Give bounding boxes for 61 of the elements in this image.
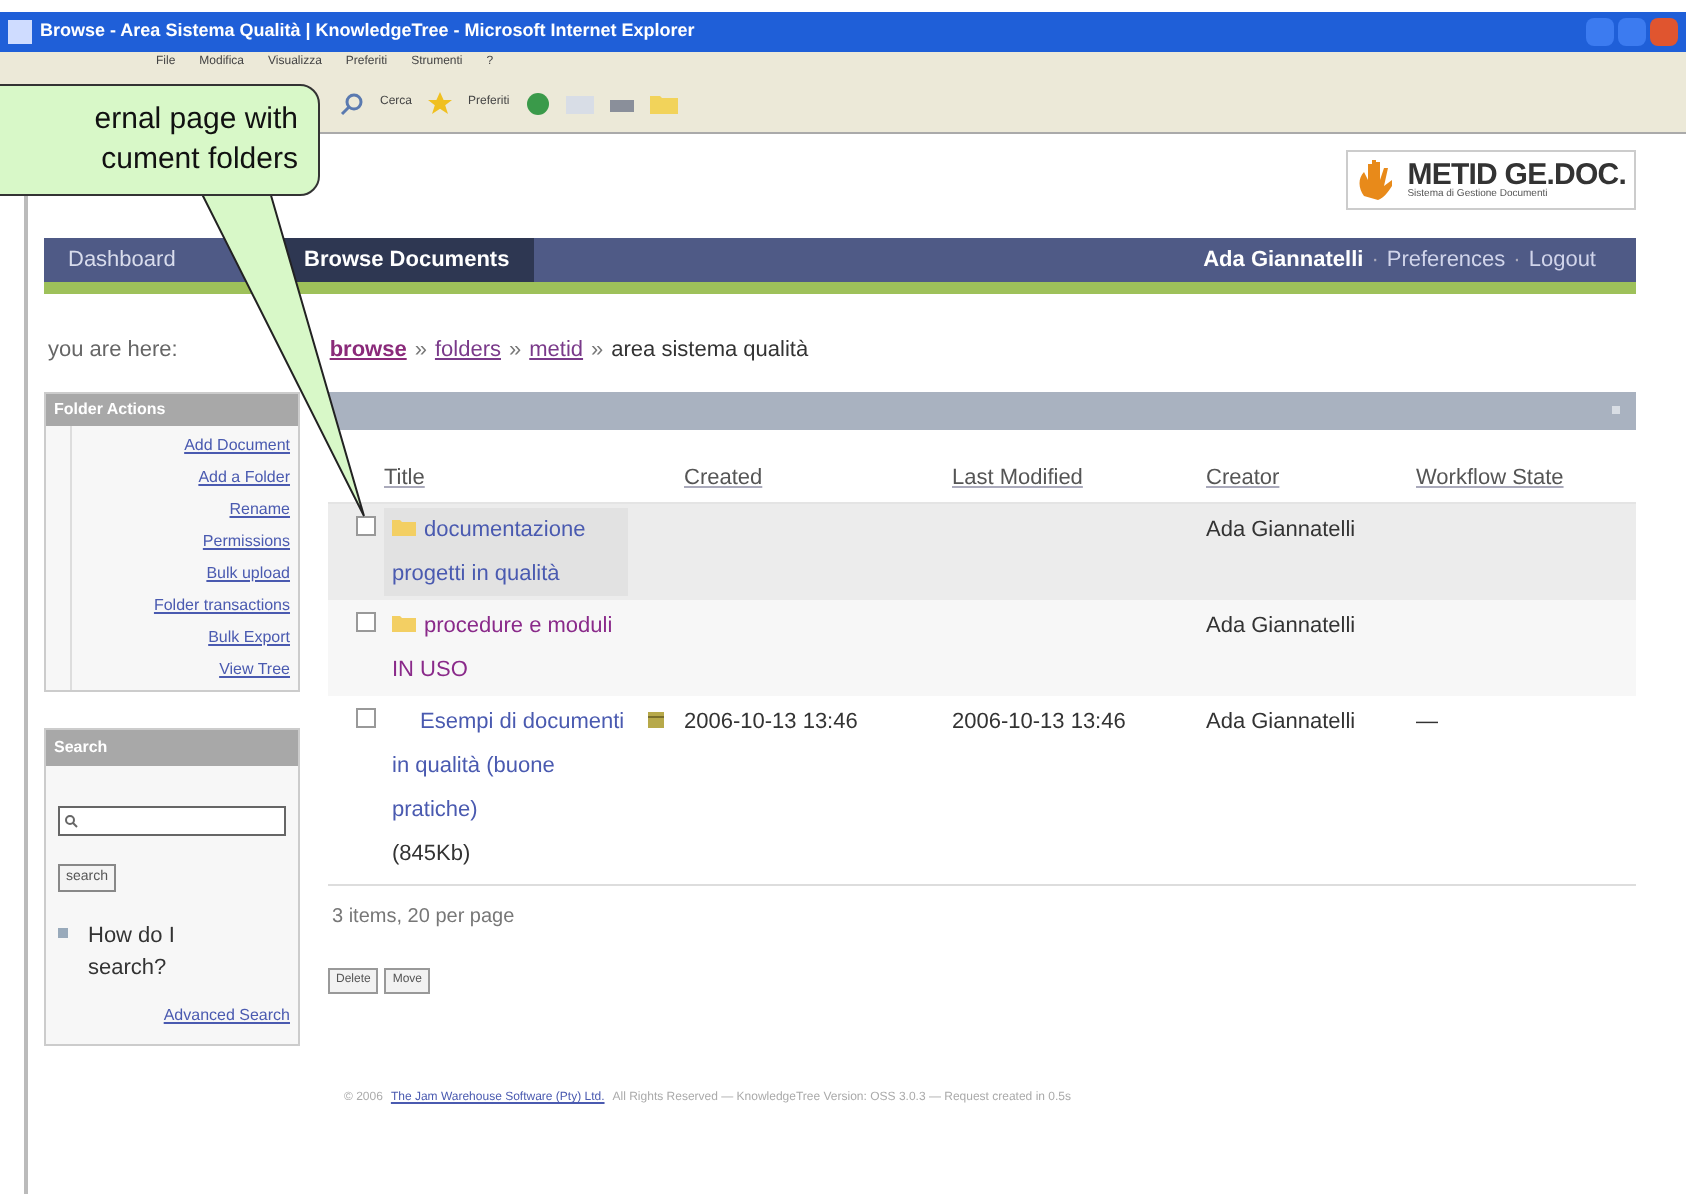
advanced-search-link[interactable]: Advanced Search [163,1004,290,1028]
breadcrumb-label: you are here: [48,336,178,366]
action-link[interactable]: View Tree [219,657,290,681]
folder-icon [392,518,416,536]
nav-link[interactable]: Logout [1528,243,1596,277]
folder-icon [392,614,416,632]
document-icon [648,712,664,728]
separator-text: · [1371,245,1379,276]
column-header[interactable]: Creator [1206,461,1416,494]
logo-title: METID GE.DOC. [1407,160,1626,190]
item-count: 3 items, 20 per page [330,904,517,932]
globe-icon[interactable] [525,91,550,115]
callout-text: cument folders [101,140,298,180]
user-name: Ada Giannatelli [1203,245,1364,276]
panel-title: Folder Actions [46,393,298,425]
panel-title: Search [46,729,298,765]
bullet-icon [58,928,68,938]
table-cell: Ada Giannatelli [1206,710,1356,734]
column-header[interactable]: Created [684,461,952,494]
separator-text: » [509,336,522,366]
column-header[interactable]: Last Modified [952,461,1206,494]
table-cell: — [1416,710,1438,734]
action-link[interactable]: Bulk upload [206,561,290,585]
search-field[interactable] [58,805,286,835]
separator-text: » [414,336,427,366]
breadcrumb-link[interactable]: folders [434,334,501,367]
file-size: (845Kb) [392,840,473,870]
action-link[interactable]: Rename [229,497,290,521]
table-cell: 2006-10-13 13:46 [952,710,1126,734]
separator-text: » [591,336,604,366]
minimize-button[interactable] [1586,18,1614,46]
folder-link[interactable]: procedure e moduli IN USO [392,604,628,692]
action-link[interactable]: Add Document [184,433,290,457]
search-icon [64,813,78,827]
table-cell: Ada Giannatelli [1206,518,1356,542]
star-icon[interactable] [428,91,453,115]
window-title: Browse - Area Sistema Qualità | KnowledgeTree - Microsoft Internet Explorer [40,18,695,45]
callout-text: ernal page with [94,100,298,140]
search-icon[interactable] [340,91,364,115]
column-header[interactable]: Workflow State [1416,461,1636,494]
table-cell: Ada Giannatelli [1206,614,1356,638]
row-checkbox[interactable] [356,612,376,632]
action-link[interactable]: Folder transactions [153,593,290,617]
maximize-button[interactable] [1618,18,1646,46]
table-cell: 2006-10-13 13:46 [684,710,858,734]
nav-tab[interactable]: Browse Documents [280,238,534,282]
nav-link[interactable]: Preferences [1386,243,1506,277]
window-icon [8,20,32,44]
breadcrumb-current: area sistema qualità [611,336,809,366]
row-checkbox[interactable] [356,516,376,536]
breadcrumb-link[interactable]: browse [329,334,407,367]
row-checkbox[interactable] [356,708,376,728]
help-link[interactable]: How do I search? [88,920,228,984]
separator-text: · [1513,245,1521,276]
column-header[interactable]: Title [384,461,684,494]
action-link[interactable]: Bulk Export [208,625,290,649]
close-button[interactable] [1650,18,1678,46]
action-link[interactable]: Permissions [202,529,290,553]
breadcrumb-link[interactable]: metid [529,334,584,367]
document-link[interactable]: Esempi di documenti in qualità (buone pratiche) [392,700,628,832]
action-link[interactable]: Add a Folder [198,465,290,489]
